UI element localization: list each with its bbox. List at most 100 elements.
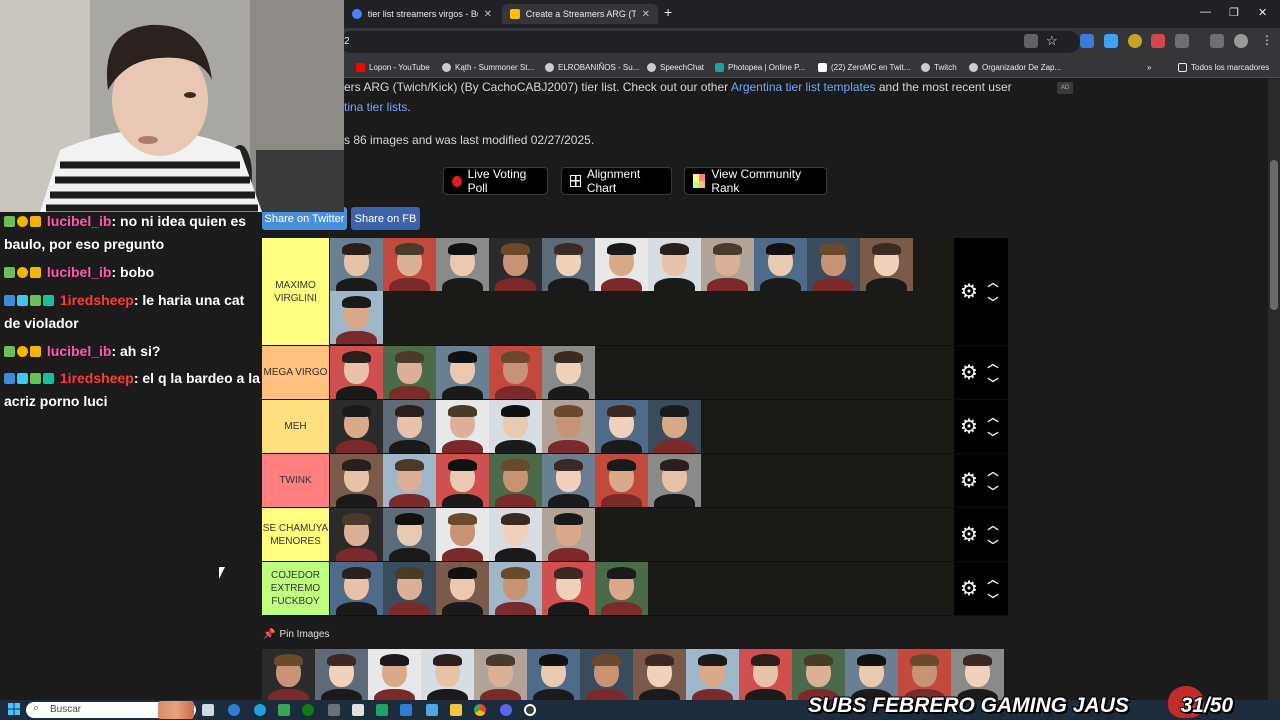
- streamer-thumbnail[interactable]: [368, 649, 421, 700]
- image-pool[interactable]: [262, 649, 1008, 700]
- streamer-thumbnail[interactable]: [489, 454, 542, 507]
- bookmark-item[interactable]: (22) ZeroMC en Twit...: [818, 60, 910, 74]
- streamer-thumbnail[interactable]: [383, 562, 436, 615]
- task-view-icon[interactable]: [202, 704, 214, 716]
- tier-label[interactable]: MAXIMO VIRGLINI: [262, 238, 329, 345]
- close-tab-icon[interactable]: ✕: [642, 9, 650, 20]
- app-icon[interactable]: [426, 704, 438, 716]
- all-bookmarks-button[interactable]: Todos los marcadores: [1178, 60, 1269, 74]
- bookmark-item[interactable]: Lopon - YouTube: [356, 60, 430, 74]
- streamer-thumbnail[interactable]: [860, 238, 913, 291]
- bookmark-item[interactable]: SpeechChat: [647, 60, 704, 74]
- streamer-thumbnail[interactable]: [739, 649, 792, 700]
- streamer-thumbnail[interactable]: [330, 238, 383, 291]
- tier-label[interactable]: COJEDOR EXTREMO FUCKBOY: [262, 562, 329, 615]
- move-down-icon[interactable]: ﹀: [986, 591, 1000, 607]
- streamer-thumbnail[interactable]: [633, 649, 686, 700]
- discord-icon[interactable]: [500, 704, 512, 716]
- share-fb-button[interactable]: Share on FB: [351, 207, 420, 230]
- xbox-icon[interactable]: [302, 704, 314, 716]
- minimize-button[interactable]: —: [1200, 6, 1211, 18]
- streamer-thumbnail[interactable]: [580, 649, 633, 700]
- tier-images[interactable]: [330, 562, 954, 615]
- bookmark-item[interactable]: Organizador De Zap...: [969, 60, 1061, 74]
- bookmark-star-icon[interactable]: ☆: [1046, 33, 1058, 49]
- streamer-thumbnail[interactable]: [595, 400, 648, 453]
- move-up-icon[interactable]: ︿: [986, 355, 1000, 371]
- streamer-thumbnail[interactable]: [383, 238, 436, 291]
- gear-icon[interactable]: ⚙: [959, 417, 979, 437]
- new-tab-button[interactable]: +: [664, 4, 672, 20]
- move-down-icon[interactable]: ﹀: [986, 429, 1000, 445]
- streamer-thumbnail[interactable]: [648, 454, 701, 507]
- profile-avatar[interactable]: [1234, 34, 1248, 48]
- streamer-thumbnail[interactable]: [330, 508, 383, 561]
- streamer-thumbnail[interactable]: [436, 238, 489, 291]
- tier-images[interactable]: [330, 400, 954, 453]
- streamer-thumbnail[interactable]: [330, 291, 383, 344]
- extension-icon[interactable]: [1104, 34, 1118, 48]
- streamer-thumbnail[interactable]: [807, 238, 860, 291]
- gear-icon[interactable]: ⚙: [959, 282, 979, 302]
- streamer-thumbnail[interactable]: [648, 400, 701, 453]
- streamer-thumbnail[interactable]: [436, 508, 489, 561]
- pin-images-toggle[interactable]: 📌 Pin Images: [263, 629, 329, 640]
- more-bookmarks-button[interactable]: »: [1147, 60, 1151, 74]
- streamer-thumbnail[interactable]: [542, 562, 595, 615]
- streamer-thumbnail[interactable]: [330, 562, 383, 615]
- streamer-thumbnail[interactable]: [754, 238, 807, 291]
- tier-label[interactable]: MEGA VIRGO: [262, 346, 329, 399]
- tier-images[interactable]: [330, 454, 954, 507]
- close-window-button[interactable]: ✕: [1258, 6, 1267, 19]
- store-icon[interactable]: [278, 704, 290, 716]
- streamer-thumbnail[interactable]: [330, 454, 383, 507]
- streamer-thumbnail[interactable]: [489, 562, 542, 615]
- recent-lists-link[interactable]: tina tier lists: [344, 100, 407, 114]
- gear-icon[interactable]: ⚙: [959, 471, 979, 491]
- extension-icon[interactable]: [1080, 34, 1094, 48]
- excel-icon[interactable]: [376, 704, 388, 716]
- edge-icon[interactable]: [254, 704, 266, 716]
- browser-tab-search[interactable]: tier list streamers virgos - Busca ✕: [344, 4, 500, 24]
- bookmark-item[interactable]: Photopea | Online P...: [715, 60, 805, 74]
- streamer-thumbnail[interactable]: [383, 346, 436, 399]
- streamer-thumbnail[interactable]: [489, 508, 542, 561]
- streamer-thumbnail[interactable]: [542, 346, 595, 399]
- streamer-thumbnail[interactable]: [436, 454, 489, 507]
- media-icon[interactable]: [1210, 34, 1224, 48]
- chat-username[interactable]: 1iredsheep: [60, 292, 134, 308]
- streamer-thumbnail[interactable]: [542, 508, 595, 561]
- extension-icon[interactable]: [1151, 34, 1165, 48]
- streamer-thumbnail[interactable]: [330, 346, 383, 399]
- restore-button[interactable]: ❐: [1229, 6, 1239, 19]
- gear-icon[interactable]: ⚙: [959, 363, 979, 383]
- streamer-thumbnail[interactable]: [686, 649, 739, 700]
- gear-icon[interactable]: ⚙: [959, 579, 979, 599]
- tier-images[interactable]: [330, 238, 954, 345]
- move-up-icon[interactable]: ︿: [986, 274, 1000, 290]
- chat-username[interactable]: 1iredsheep: [60, 370, 134, 386]
- move-up-icon[interactable]: ︿: [986, 463, 1000, 479]
- streamer-thumbnail[interactable]: [383, 400, 436, 453]
- bookmark-item[interactable]: Kąth - Summoner St...: [442, 60, 534, 74]
- chat-username[interactable]: lucibel_ib: [47, 343, 112, 359]
- tier-label[interactable]: SE CHAMUYA MENORES: [262, 508, 329, 561]
- templates-link[interactable]: Argentina tier list templates: [731, 80, 876, 94]
- streamer-thumbnail[interactable]: [898, 649, 951, 700]
- streamer-thumbnail[interactable]: [489, 400, 542, 453]
- extension-icon[interactable]: [1128, 34, 1142, 48]
- bookmark-item[interactable]: Twitch: [921, 60, 957, 74]
- streamer-thumbnail[interactable]: [315, 649, 368, 700]
- tier-label[interactable]: TWINK: [262, 454, 329, 507]
- url-input[interactable]: 2: [340, 31, 1080, 53]
- extensions-puzzle-icon[interactable]: [1175, 34, 1189, 48]
- streamer-thumbnail[interactable]: [436, 400, 489, 453]
- file-explorer-icon[interactable]: [450, 704, 462, 716]
- translate-icon[interactable]: [1024, 34, 1038, 48]
- streamer-thumbnail[interactable]: [436, 346, 489, 399]
- browser-tab-tiermaker[interactable]: Create a Streamers ARG (Twitch ✕: [502, 4, 658, 24]
- menu-kebab-icon[interactable]: ⋮: [1261, 33, 1273, 47]
- scrollbar-thumb[interactable]: [1270, 160, 1278, 310]
- streamer-thumbnail[interactable]: [421, 649, 474, 700]
- streamer-thumbnail[interactable]: [262, 649, 315, 700]
